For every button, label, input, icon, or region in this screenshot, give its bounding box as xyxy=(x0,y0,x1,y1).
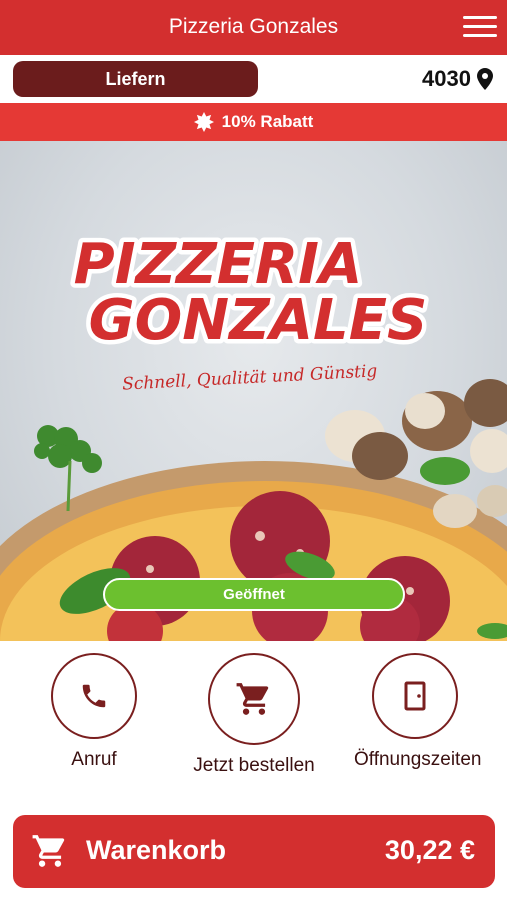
logo-line2: GONZALES xyxy=(89,288,428,353)
opening-hours-action[interactable]: Öffnungszeiten xyxy=(354,653,482,771)
discount-text: 10% Rabatt xyxy=(221,112,314,131)
order-now-label: Jetzt bestellen xyxy=(193,755,315,776)
hero-banner: PIZZERIA PIZZERIA GONZALES GONZALES Schn… xyxy=(0,141,507,641)
quick-actions: Anruf Jetzt bestellen Öffnungszeiten xyxy=(0,641,507,811)
open-status-badge[interactable]: Geöffnet xyxy=(103,578,405,611)
shopping-cart-icon xyxy=(32,835,65,867)
order-now-button[interactable] xyxy=(208,653,300,745)
map-pin-icon xyxy=(477,68,493,90)
cart-total: 30,22 € xyxy=(384,835,475,865)
zip-selector[interactable]: 4030 xyxy=(422,66,493,92)
app-header: Pizzeria Gonzales xyxy=(0,0,507,55)
cart-button[interactable]: Warenkorb 30,22 € xyxy=(13,815,495,888)
app-title: Pizzeria Gonzales xyxy=(168,15,339,38)
discount-banner[interactable]: 10% Rabatt xyxy=(0,103,507,141)
logo-tagline: Schnell, Qualität und Günstig xyxy=(122,361,378,394)
opening-hours-button[interactable] xyxy=(372,653,458,739)
opening-hours-label: Öffnungszeiten xyxy=(354,749,482,770)
call-label: Anruf xyxy=(71,749,117,770)
call-action[interactable]: Anruf xyxy=(49,653,139,771)
hamburger-menu-icon[interactable] xyxy=(463,14,497,40)
shopping-cart-icon xyxy=(236,683,269,715)
hero-illustration: PIZZERIA PIZZERIA GONZALES GONZALES Schn… xyxy=(0,228,507,641)
zip-code: 4030 xyxy=(422,66,471,91)
starburst-badge-icon xyxy=(193,112,214,132)
delivery-mode-button[interactable]: Liefern xyxy=(13,61,258,97)
order-mode-bar: Liefern 4030 xyxy=(0,55,507,103)
call-button[interactable] xyxy=(51,653,137,739)
cart-label: Warenkorb xyxy=(86,835,227,865)
order-now-action[interactable]: Jetzt bestellen xyxy=(190,653,318,777)
phone-icon xyxy=(82,684,106,708)
door-icon xyxy=(404,681,426,711)
